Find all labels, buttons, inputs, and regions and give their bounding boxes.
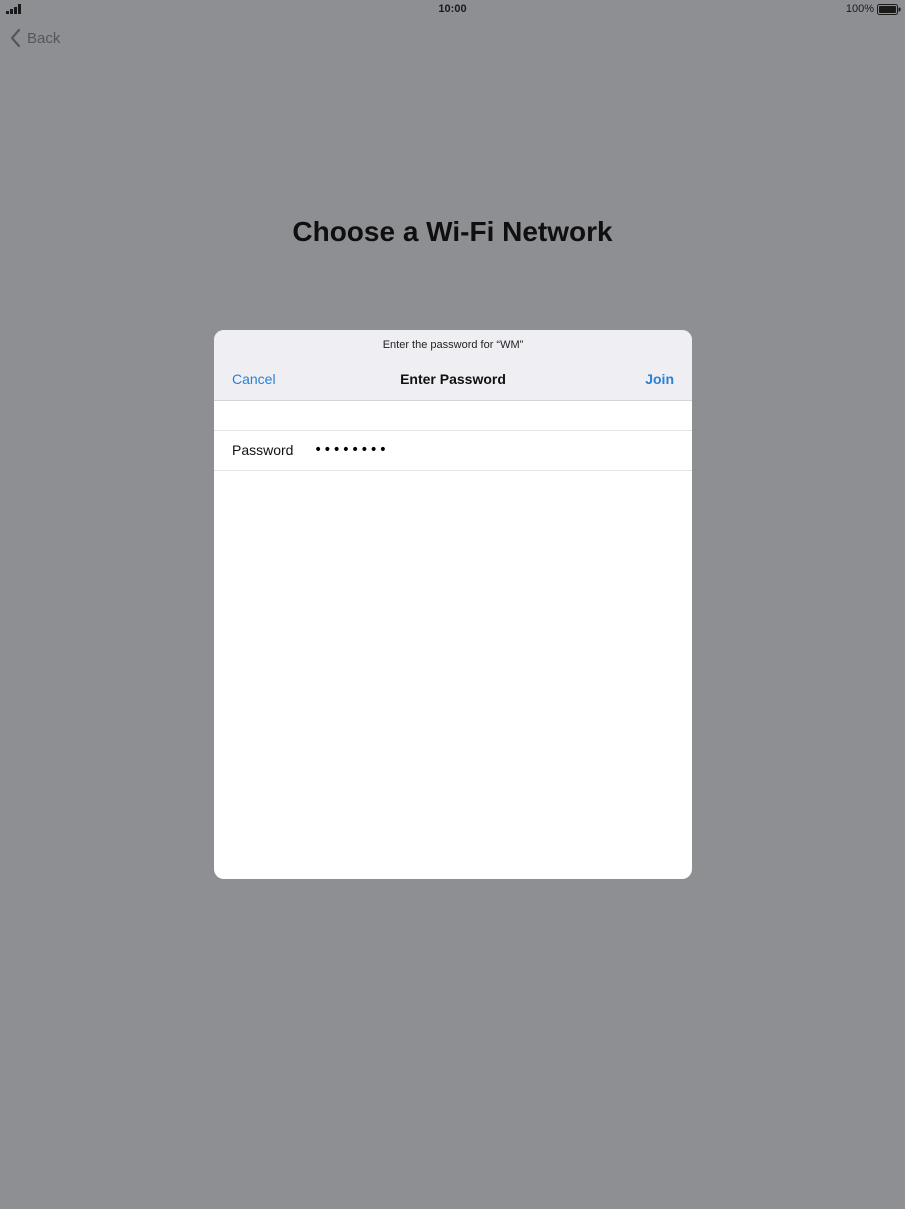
sheet-header: Enter the password for “WM” Cancel Enter…: [214, 330, 692, 401]
chevron-left-icon: [10, 28, 21, 48]
password-row[interactable]: Password: [214, 431, 692, 471]
sheet-prompt: Enter the password for “WM”: [382, 339, 524, 351]
battery-icon: [877, 3, 901, 15]
status-bar: 10:00 100%: [0, 0, 905, 20]
password-field[interactable]: [314, 437, 674, 463]
battery-indicator: 100%: [846, 3, 901, 15]
password-sheet: Enter the password for “WM” Cancel Enter…: [214, 330, 692, 879]
cancel-button[interactable]: Cancel: [232, 371, 276, 387]
page-title: Choose a Wi-Fi Network: [0, 214, 905, 250]
status-time: 10:00: [438, 3, 467, 15]
back-button[interactable]: Back: [10, 26, 60, 50]
sheet-title: Enter Password: [400, 371, 506, 387]
join-button[interactable]: Join: [645, 371, 674, 387]
page-title-text: Choose a Wi-Fi Network: [292, 216, 613, 247]
battery-percentage: 100%: [845, 3, 874, 15]
password-label: Password: [232, 442, 294, 458]
sheet-spacer: [214, 401, 692, 431]
back-button-label: Back: [27, 29, 61, 47]
